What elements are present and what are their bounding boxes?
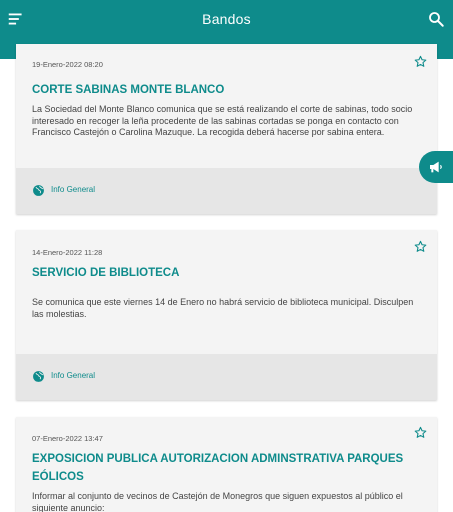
bando-date: 19-Enero-2022 08:20 [32,60,103,69]
bando-card[interactable]: 19-Enero-2022 08:20 CORTE SABINAS MONTE … [16,44,437,214]
star-outline-icon[interactable] [414,240,427,253]
bando-title[interactable]: SERVICIO DE BIBLIOTECA [32,264,423,282]
bando-body: Informar al conjunto de vecinos de Caste… [32,491,403,512]
bando-title[interactable]: EXPOSICION PUBLICA AUTORIZACION ADMINSTR… [32,450,423,486]
page-title: Bandos [202,11,251,27]
bandos-list[interactable]: 19-Enero-2022 08:20 CORTE SABINAS MONTE … [0,40,453,512]
megaphone-icon [430,161,442,173]
bando-date: 14-Enero-2022 11:28 [32,248,103,257]
bando-category-bar[interactable]: Info General [16,168,437,214]
search-icon[interactable] [427,10,445,28]
star-outline-icon[interactable] [414,55,427,68]
globe-icon [32,370,45,383]
bando-category: Info General [51,371,96,380]
bando-body: La Sociedad del Monte Blanco comunica qu… [32,104,413,137]
globe-icon [32,184,45,197]
announcements-button[interactable] [419,151,453,183]
bando-date: 07-Enero-2022 13:47 [32,434,103,443]
bando-category-bar[interactable]: Info General [16,354,437,400]
bando-body: Se comunica que este viernes 14 de Enero… [32,297,414,319]
star-outline-icon[interactable] [414,426,427,439]
bando-card[interactable]: 14-Enero-2022 11:28 SERVICIO DE BIBLIOTE… [16,230,437,400]
bando-card[interactable]: 07-Enero-2022 13:47 EXPOSICION PUBLICA A… [16,417,437,512]
bando-category: Info General [51,185,96,194]
bando-title[interactable]: CORTE SABINAS MONTE BLANCO [32,81,423,99]
